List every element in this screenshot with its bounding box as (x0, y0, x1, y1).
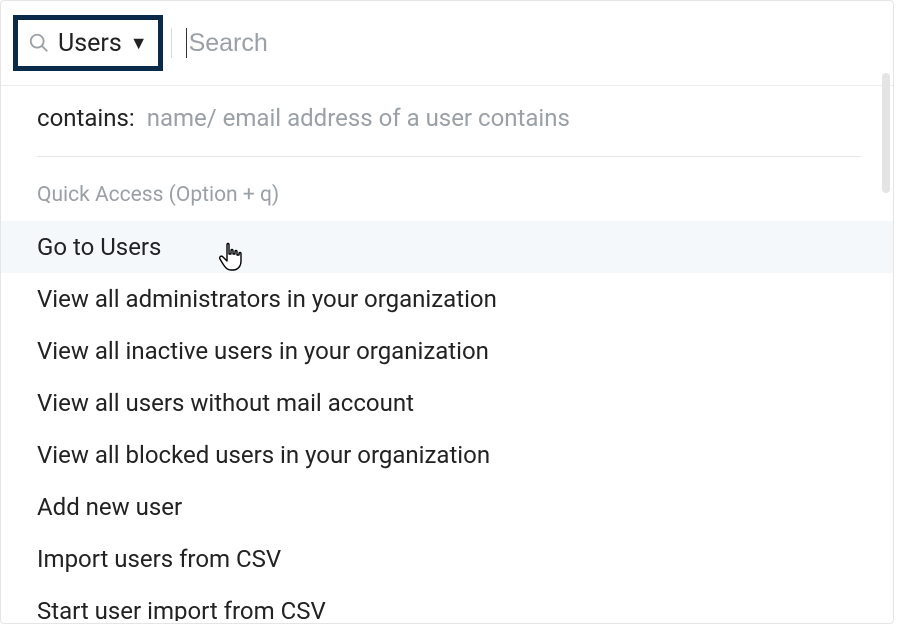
dropdown-content: contains: name/ email address of a user … (1, 85, 893, 621)
list-item-label: Add new user (37, 493, 182, 521)
scope-selector[interactable]: Users ▼ (13, 15, 163, 71)
list-item-label: View all inactive users in your organiza… (37, 337, 489, 365)
quick-access-item-start-import[interactable]: Start user import from CSV (37, 585, 869, 621)
list-item-label: Start user import from CSV (37, 597, 326, 621)
hint-key: contains: (37, 104, 135, 132)
list-item-label: View all administrators in your organiza… (37, 285, 497, 313)
quick-access-item-view-admins[interactable]: View all administrators in your organiza… (37, 273, 869, 325)
scrollbar[interactable] (882, 73, 890, 617)
scrollbar-thumb[interactable] (882, 73, 890, 193)
search-bar: Users ▼ (1, 1, 893, 85)
quick-access-item-view-inactive[interactable]: View all inactive users in your organiza… (37, 325, 869, 377)
list-item-label: Import users from CSV (37, 545, 281, 573)
list-item-label: Go to Users (37, 233, 161, 261)
quick-access-item-blocked[interactable]: View all blocked users in your organizat… (37, 429, 869, 481)
search-icon (28, 32, 50, 54)
hint-description: name/ email address of a user contains (147, 104, 570, 132)
list-item-label: View all users without mail account (37, 389, 414, 417)
scope-label: Users (58, 29, 122, 58)
search-hint-row[interactable]: contains: name/ email address of a user … (37, 104, 861, 157)
quick-access-item-add-user[interactable]: Add new user (37, 481, 869, 533)
quick-access-heading: Quick Access (Option + q) (37, 183, 869, 207)
chevron-down-icon: ▼ (130, 33, 148, 54)
text-cursor (186, 28, 187, 58)
vertical-divider (171, 28, 172, 58)
search-dropdown-panel: Users ▼ contains: name/ email address of… (0, 0, 894, 624)
search-input[interactable] (189, 29, 893, 58)
quick-access-item-go-to-users[interactable]: Go to Users (1, 221, 893, 273)
search-input-wrapper (186, 28, 893, 58)
list-item-label: View all blocked users in your organizat… (37, 441, 490, 469)
quick-access-item-no-mail[interactable]: View all users without mail account (37, 377, 869, 429)
quick-access-item-import-csv[interactable]: Import users from CSV (37, 533, 869, 585)
quick-access-list: Go to Users View all administrators in y… (37, 221, 869, 621)
